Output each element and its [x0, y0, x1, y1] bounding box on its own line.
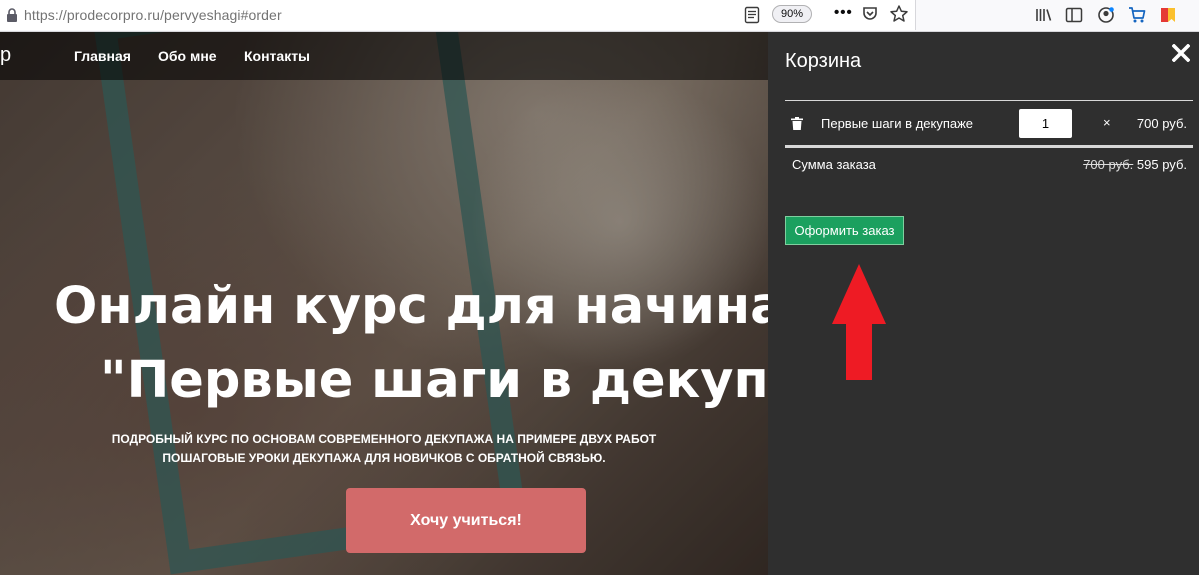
bookmark-flag-icon[interactable]	[1158, 5, 1178, 25]
url-path: /pervyeshagi#order	[160, 7, 282, 23]
pocket-icon[interactable]	[862, 6, 878, 22]
nav-link-contacts[interactable]: Контакты	[244, 48, 310, 64]
order-sum-values: 700 руб. 595 руб.	[1083, 157, 1187, 172]
order-sum-label: Сумма заказа	[792, 157, 876, 172]
address-bar[interactable]: https://prodecorpro.ru/pervyeshagi#order…	[0, 0, 916, 30]
quantity-input[interactable]	[1019, 109, 1072, 138]
nav-link-about[interactable]: Обо мне	[158, 48, 217, 64]
hero-title-line-1: Онлайн курс для начинающ	[54, 277, 768, 336]
browser-toolbar: https://prodecorpro.ru/pervyeshagi#order…	[0, 0, 1199, 32]
bookmark-star-icon[interactable]	[889, 4, 909, 24]
zoom-level-badge[interactable]: 90%	[772, 5, 813, 23]
url-text[interactable]: https://prodecorpro.ru/pervyeshagi#order	[24, 7, 282, 23]
landing-page: p Главная Обо мне Контакты Онлайн курс д…	[0, 32, 768, 575]
sidebar-icon[interactable]	[1064, 5, 1084, 25]
account-icon[interactable]	[1096, 5, 1116, 25]
cart-item-row: Первые шаги в декупаже × 700 руб.	[785, 101, 1193, 146]
shopping-cart-icon[interactable]	[1127, 5, 1147, 25]
hero-subtitle-line-1: ПОДРОБНЫЙ КУРС ПО ОСНОВАМ СОВРЕМЕННОГО Д…	[111, 432, 657, 446]
hero-subtitle-line-2: ПОШАГОВЫЕ УРОКИ ДЕКУПАЖА ДЛЯ НОВИЧКОВ С …	[162, 451, 606, 465]
cart-item-name: Первые шаги в декупаже	[821, 116, 974, 131]
padlock-icon	[7, 8, 17, 22]
cart-title: Корзина	[785, 50, 862, 72]
cart-item-price: 700 руб.	[1136, 116, 1187, 131]
order-sum-old-price: 700 руб.	[1083, 157, 1134, 172]
site-logo[interactable]: p	[0, 44, 11, 67]
cart-divider-bottom	[785, 145, 1193, 148]
url-host: https://prodecorpro.ru	[24, 7, 161, 23]
library-icon[interactable]	[1034, 5, 1054, 25]
annotation-arrow-icon	[832, 264, 886, 380]
trash-icon[interactable]	[791, 117, 803, 130]
page-actions-menu-icon[interactable]: •••	[834, 5, 852, 24]
enroll-button[interactable]: Хочу учиться!	[346, 488, 586, 553]
hero-title-line-2: "Первые шаги в декупаж	[100, 351, 768, 410]
order-sum-new-price: 595 руб.	[1136, 157, 1187, 172]
close-icon[interactable]	[1172, 44, 1190, 62]
top-navigation: p Главная Обо мне Контакты	[0, 32, 768, 80]
multiply-sign: ×	[1103, 115, 1111, 130]
checkout-button[interactable]: Оформить заказ	[785, 216, 904, 245]
nav-link-home[interactable]: Главная	[74, 48, 131, 64]
reader-view-icon[interactable]	[744, 6, 760, 24]
